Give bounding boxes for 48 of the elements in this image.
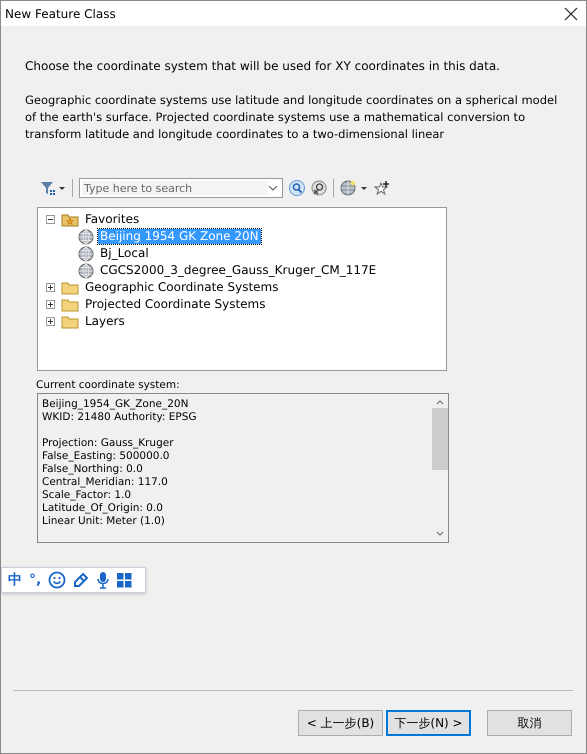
search-icon[interactable]	[289, 180, 305, 196]
tree-item[interactable]: Geographic Coordinate Systems	[83, 280, 280, 295]
detail-line: False_Northing: 0.0	[42, 463, 144, 476]
detail-line: WKID: 21480 Authority: EPSG	[42, 411, 198, 424]
star-folder-icon	[61, 212, 79, 226]
tree-item[interactable]: Layers	[83, 314, 127, 329]
instruction-text: Choose the coordinate system that will be used for XY coordinates in this data.	[25, 59, 501, 73]
dialog-button[interactable]: 下一步(N) >	[386, 710, 471, 736]
globe-icon	[78, 228, 94, 244]
close-icon[interactable]	[564, 6, 578, 20]
detail-line: Central_Meridian: 117.0	[42, 476, 169, 489]
globe-icon	[78, 262, 94, 278]
tree-item[interactable]: Projected Coordinate Systems	[83, 297, 268, 312]
expander-icon[interactable]	[46, 283, 55, 292]
detail-line: Latitude_Of_Origin: 0.0	[42, 502, 164, 515]
globe-icon	[78, 246, 94, 262]
description-text: Geographic coordinate systems use latitude and longitude coordinates on a spherical model of the earth's surface. Projected coordinate systems use a mathematical conversion to transform latitude and longitude coordinates to a two-dimensional linear	[25, 92, 558, 143]
detail-line: False_Easting: 500000.0	[42, 450, 170, 463]
folder-icon	[61, 280, 79, 294]
dialog-button[interactable]: < 上一步(B)	[298, 710, 383, 736]
smiley-icon[interactable]	[48, 571, 66, 589]
microphone-icon[interactable]	[96, 571, 110, 589]
eraser-icon[interactable]	[73, 572, 90, 588]
tree-item[interactable]: Favorites	[83, 212, 142, 227]
detail-line: Projection: Gauss_Kruger	[42, 437, 175, 450]
folder-icon	[61, 314, 79, 328]
add-favorite-icon[interactable]	[374, 180, 390, 196]
dropdown-icon[interactable]	[268, 185, 278, 191]
current-system-label: Current coordinate system:	[36, 379, 181, 391]
input-mode-toggle[interactable]: 中	[8, 571, 22, 589]
tree-item[interactable]: Bj_Local	[98, 246, 151, 261]
expander-icon[interactable]	[46, 300, 55, 309]
grid-icon[interactable]	[117, 572, 132, 588]
detail-line: Linear Unit: Meter (1.0)	[42, 515, 166, 528]
scroll-up-icon[interactable]	[436, 400, 444, 405]
expander-icon[interactable]	[46, 317, 55, 326]
window-title: New Feature Class	[5, 6, 116, 20]
expander-icon[interactable]	[46, 215, 55, 224]
scroll-down-icon[interactable]	[436, 531, 444, 536]
search-field[interactable]: Type here to search	[79, 178, 283, 198]
globe-icon[interactable]	[340, 179, 368, 197]
filter-icon[interactable]	[40, 180, 66, 196]
detail-line: Scale_Factor: 1.0	[42, 489, 132, 502]
dialog-button[interactable]: 取消	[487, 710, 572, 736]
tree-item[interactable]: CGCS2000_3_degree_Gauss_Kruger_CM_117E	[98, 263, 378, 278]
folder-icon	[61, 298, 79, 312]
detail-line: Beijing_1954_GK_Zone_20N	[42, 398, 190, 411]
punctuation-toggle[interactable]: °,	[29, 572, 42, 588]
